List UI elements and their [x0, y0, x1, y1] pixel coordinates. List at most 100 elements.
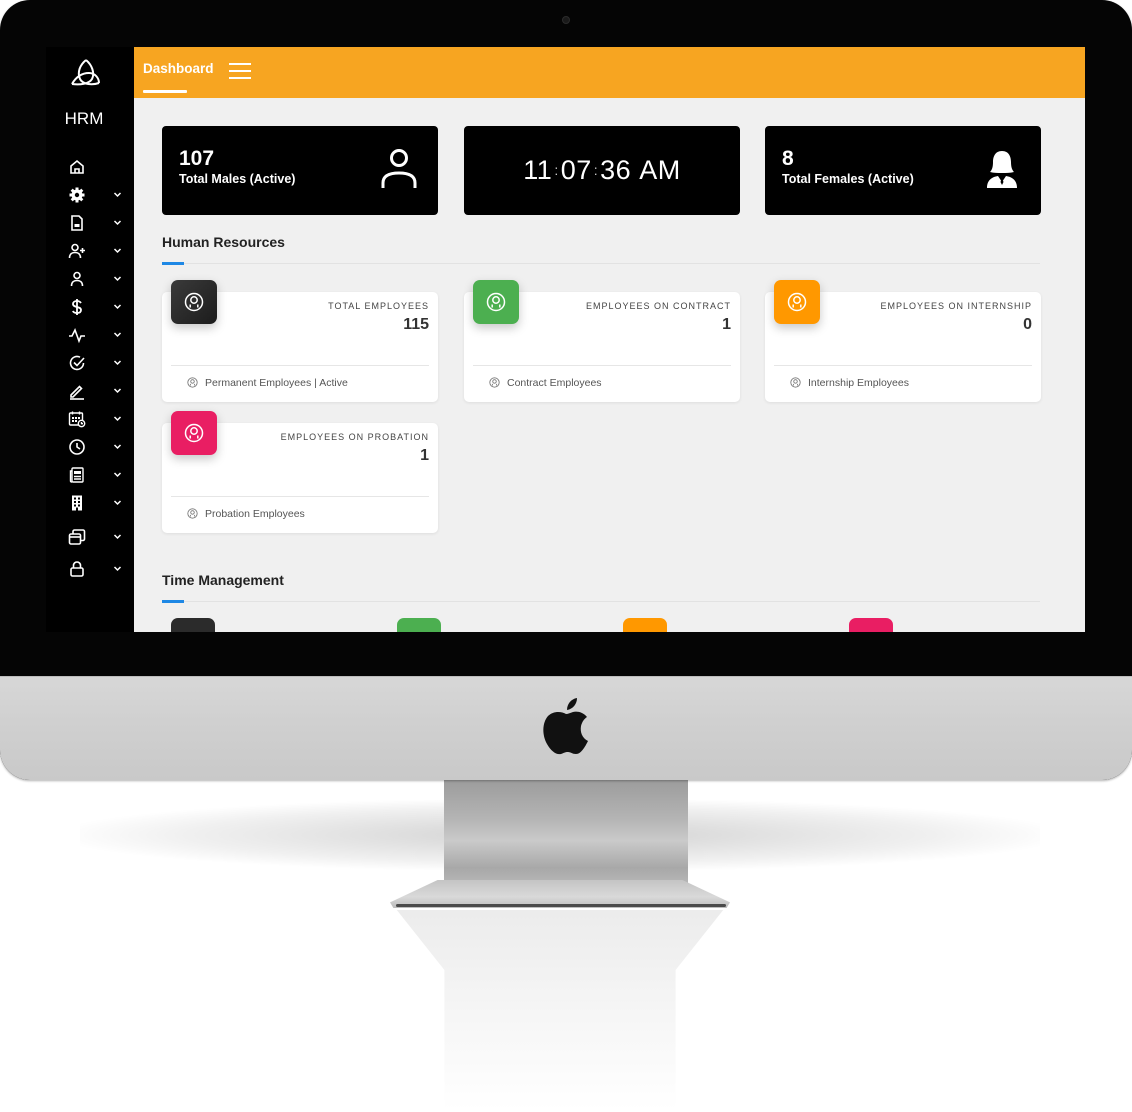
users-circle-icon	[489, 377, 500, 388]
users-circle-icon	[187, 508, 198, 519]
brand-name: HRM	[64, 109, 104, 128]
card-footer: Contract Employees	[489, 377, 602, 389]
sidebar-item-windows[interactable]	[46, 523, 134, 551]
active-tab-indicator	[143, 90, 187, 93]
chevron-down-icon	[113, 534, 122, 540]
sidebar-item-add-user[interactable]	[46, 237, 134, 265]
users-circle-icon	[787, 292, 807, 312]
apple-logo-icon	[543, 698, 588, 755]
clock-separator: :	[554, 162, 559, 178]
menu-toggle-button[interactable]	[229, 60, 251, 80]
top-bar: Dashboard	[134, 47, 1085, 98]
chevron-down-icon	[113, 304, 122, 310]
card-footer-text: Internship Employees	[808, 377, 909, 389]
sidebar-item-settings[interactable]	[46, 181, 134, 209]
card-footer-text: Probation Employees	[205, 508, 305, 520]
time-card-badge	[397, 618, 441, 632]
users-circle-icon	[187, 377, 198, 388]
gear-icon	[69, 187, 85, 203]
monitor-bezel: HRM Dashboard 107 Total Males (Active) 1…	[0, 0, 1132, 780]
lock-icon	[70, 561, 84, 577]
hamburger-icon-line	[229, 77, 251, 79]
section-divider	[162, 263, 1040, 264]
sidebar-item-documents[interactable]	[46, 209, 134, 237]
card-footer: Probation Employees	[187, 508, 305, 520]
card-footer: Internship Employees	[790, 377, 909, 389]
chevron-down-icon	[113, 444, 122, 450]
probation-employees-card[interactable]: EMPLOYEES ON PROBATION 1 Probation Emplo…	[162, 411, 438, 533]
newspaper-icon	[69, 467, 84, 483]
building-icon	[72, 495, 82, 511]
chevron-down-icon	[113, 220, 122, 226]
sidebar: HRM	[46, 47, 134, 632]
webcam	[562, 16, 570, 24]
card-footer-text: Contract Employees	[507, 377, 602, 389]
chevron-down-icon	[113, 332, 122, 338]
sidebar-item-edit[interactable]	[46, 377, 134, 405]
users-circle-icon	[486, 292, 506, 312]
chevron-down-icon	[113, 388, 122, 394]
sidebar-item-organization[interactable]	[46, 489, 134, 517]
user-icon	[70, 271, 84, 287]
card-divider	[171, 365, 429, 366]
female-user-icon	[987, 151, 1017, 188]
users-circle-icon	[184, 292, 204, 312]
sidebar-item-security[interactable]	[46, 555, 134, 583]
chevron-down-icon	[113, 192, 122, 198]
tab-dashboard[interactable]: Dashboard	[143, 61, 214, 76]
females-count: 8	[782, 147, 794, 170]
monitor-stand-edge	[396, 904, 726, 907]
clock-icon	[69, 439, 85, 455]
time-card-badge	[623, 618, 667, 632]
contract-employees-card[interactable]: EMPLOYEES ON CONTRACT 1 Contract Employe…	[464, 280, 740, 402]
sidebar-nav	[46, 153, 134, 583]
sidebar-item-home[interactable]	[46, 153, 134, 181]
card-title: EMPLOYEES ON CONTRACT	[585, 301, 731, 311]
clock-seconds: 36	[600, 155, 632, 185]
card-badge	[473, 280, 519, 324]
card-value: 1	[722, 316, 731, 333]
brand-logo-icon	[71, 59, 100, 86]
clock-period: AM	[639, 155, 681, 185]
card-value: 0	[1023, 316, 1032, 333]
females-summary-card: 8 Total Females (Active)	[765, 126, 1041, 215]
dashboard-content: 107 Total Males (Active) 11:07:36 AM 8 T…	[134, 98, 1085, 632]
internship-employees-card[interactable]: EMPLOYEES ON INTERNSHIP 0 Internship Emp…	[765, 280, 1041, 402]
card-divider	[473, 365, 731, 366]
males-label: Total Males (Active)	[179, 172, 296, 186]
chevron-down-icon	[113, 416, 122, 422]
clock-hours: 11	[523, 155, 553, 185]
section-title-time-management: Time Management	[162, 572, 284, 588]
chevron-down-icon	[113, 276, 122, 282]
app-screen: HRM Dashboard 107 Total Males (Active) 1…	[46, 47, 1085, 632]
card-title: EMPLOYEES ON PROBATION	[280, 432, 429, 442]
card-title: TOTAL EMPLOYEES	[328, 301, 429, 311]
user-plus-icon	[68, 243, 85, 259]
calendar-clock-icon	[68, 411, 86, 428]
card-value: 115	[403, 316, 429, 333]
users-circle-icon	[184, 423, 204, 443]
stand-reflection	[396, 910, 724, 1110]
chevron-down-icon	[113, 566, 122, 572]
sidebar-item-tasks[interactable]	[46, 349, 134, 377]
sidebar-item-attendance[interactable]	[46, 433, 134, 461]
card-divider	[171, 496, 429, 497]
males-summary-card: 107 Total Males (Active)	[162, 126, 438, 215]
total-employees-card[interactable]: TOTAL EMPLOYEES 115 Permanent Employees …	[162, 280, 438, 402]
windows-icon	[68, 529, 86, 545]
females-label: Total Females (Active)	[782, 172, 914, 186]
dollar-icon	[72, 299, 82, 315]
monitor-stand	[444, 780, 688, 890]
chevron-down-icon	[113, 248, 122, 254]
sidebar-item-reports[interactable]	[46, 461, 134, 489]
sidebar-item-schedule[interactable]	[46, 405, 134, 433]
card-badge	[171, 280, 217, 324]
sidebar-item-payroll[interactable]	[46, 293, 134, 321]
sidebar-item-activity[interactable]	[46, 321, 134, 349]
clock-card: 11:07:36 AM	[464, 126, 740, 215]
card-footer: Permanent Employees | Active	[187, 377, 348, 389]
chevron-down-icon	[113, 500, 122, 506]
user-outline-icon	[381, 149, 417, 188]
hamburger-icon-line	[229, 70, 251, 72]
sidebar-item-user[interactable]	[46, 265, 134, 293]
